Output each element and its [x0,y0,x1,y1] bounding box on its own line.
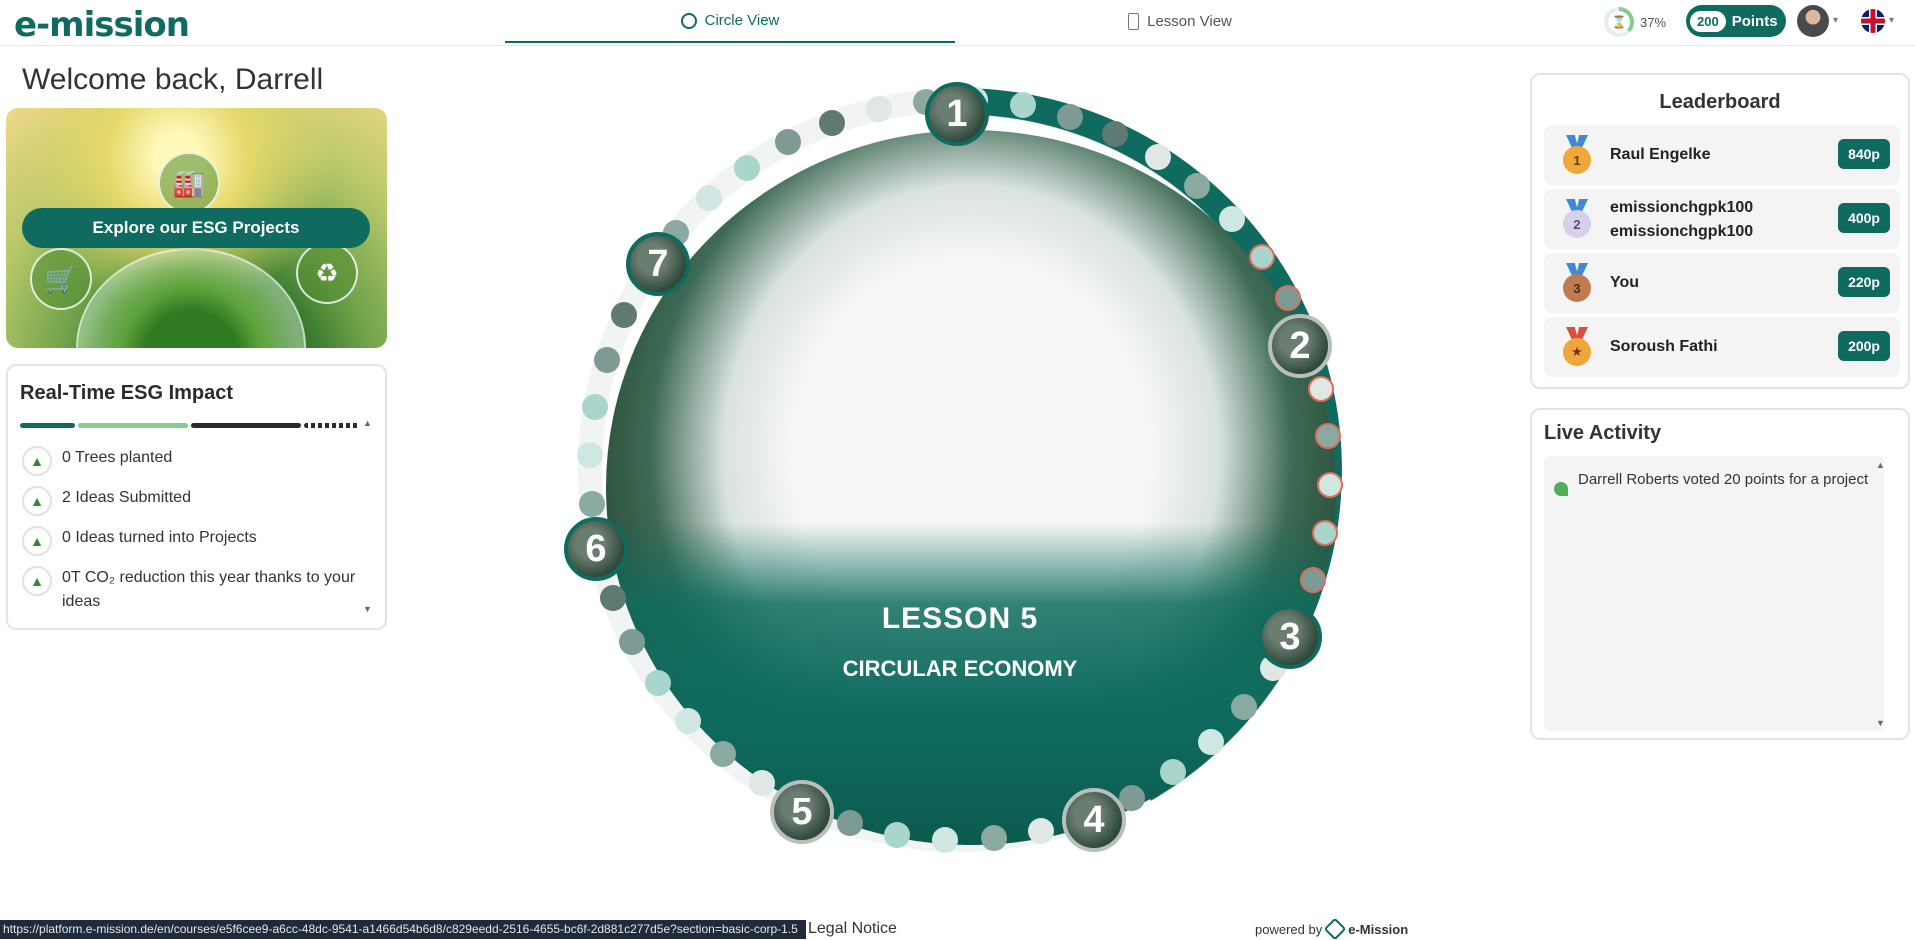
lesson-number-label: LESSON 5 [881,602,1039,635]
top-bar: e-mission Circle View Lesson View ⌛ 37% … [0,0,1915,46]
scroll-down-icon[interactable]: ▼ [363,604,372,614]
step-dot[interactable] [1249,243,1276,270]
points-badge[interactable]: 200 Points [1686,5,1786,37]
scroll-up-icon[interactable]: ▲ [1876,460,1885,470]
leaderboard-panel: Leaderboard 1 Raul Engelke 840p 2 emissi… [1530,73,1910,389]
status-bar-url: https://platform.e-mission.de/en/courses… [0,920,806,939]
leaderboard-row[interactable]: 1 Raul Engelke 840p [1544,125,1900,185]
scroll-down-icon[interactable]: ▼ [1876,718,1885,728]
list-item: ▲ 2 Ideas Submitted [22,486,362,516]
step-dot[interactable] [884,821,911,848]
step-dot[interactable] [1231,693,1258,720]
scroll-up-icon[interactable]: ▲ [363,418,372,428]
bronze-medal-icon: 3 [1560,263,1594,303]
tab-circle-view[interactable]: Circle View [505,0,955,43]
welcome-heading: Welcome back, Darrell [22,63,324,96]
step-dot[interactable] [1056,103,1083,130]
lesson-node-5[interactable]: 5 [770,780,834,844]
lesson-title: CIRCULAR ECONOMY [842,656,1078,681]
tab-label: Circle View [704,12,780,29]
step-dot[interactable] [1316,471,1343,498]
step-dot[interactable] [865,96,892,123]
panel-title: Real-Time ESG Impact [20,382,234,404]
globe-tree-image [76,248,306,348]
step-dot[interactable] [1311,519,1338,546]
impact-list: ▲ 0 Trees planted ▲ 2 Ideas Submitted ▲ … [22,446,362,624]
step-dot[interactable] [1144,144,1171,171]
step-dot[interactable] [599,584,626,611]
avatar[interactable] [1797,5,1829,37]
activity-feed[interactable]: Darrell Roberts voted 20 points for a pr… [1544,456,1885,731]
course-progress[interactable]: ⌛ 37% [1604,7,1666,37]
step-dot[interactable] [675,707,702,734]
list-item: ▲ 0T CO₂ reduction this year thanks to y… [22,566,362,614]
step-dot[interactable] [749,769,776,796]
tree-icon: ▲ [22,486,52,516]
step-dot[interactable] [644,670,671,697]
chevron-down-icon[interactable]: ▾ [1889,15,1894,26]
tree-icon: ▲ [22,446,52,476]
sprout-icon [1554,482,1568,496]
tree-icon: ▲ [22,526,52,556]
lesson-node-7[interactable]: 7 [626,232,690,296]
legal-notice-link[interactable]: Legal Notice [808,920,897,938]
esg-banner[interactable]: 🏭 🛒 ♻ Explore our ESG Projects [6,108,387,348]
emission-logo-icon [1323,917,1347,940]
phone-icon [1128,13,1140,30]
recycle-icon: ♻ [296,242,358,304]
lesson-circle: LESSON 5 CIRCULAR ECONOMY 1 2 3 4 5 6 7 [560,70,1360,870]
gold-medal-icon: 1 [1560,135,1594,175]
step-dot[interactable] [819,109,846,136]
list-item: Darrell Roberts voted 20 points for a pr… [1554,468,1874,496]
cart-icon: 🛒 [30,248,92,310]
impact-progress-bar [20,423,365,428]
lesson-node-4[interactable]: 4 [1062,788,1126,852]
points-value: 200 [1690,10,1726,32]
logo[interactable]: e-mission [14,5,190,45]
lesson-node-1[interactable]: 1 [925,82,989,146]
explore-esg-button[interactable]: Explore our ESG Projects [22,208,370,248]
panel-title: Leaderboard [1659,91,1781,113]
tab-lesson-view[interactable]: Lesson View [955,0,1405,43]
step-dot[interactable] [593,347,620,374]
step-dot[interactable] [696,185,723,212]
esg-impact-panel: Real-Time ESG Impact ▲ ▲ 0 Trees planted… [6,364,387,630]
live-activity-panel: Live Activity Darrell Roberts voted 20 p… [1530,408,1910,740]
lesson-node-3[interactable]: 3 [1258,605,1322,669]
step-dot[interactable] [1274,284,1301,311]
step-dot[interactable] [980,825,1007,852]
step-dot[interactable] [1183,172,1210,199]
progress-value: 37% [1640,14,1667,30]
leaderboard-row[interactable]: ★ Soroush Fathi 200p [1544,317,1900,377]
step-dot[interactable] [1218,206,1245,233]
lesson-node-6[interactable]: 6 [564,517,628,581]
silver-medal-icon: 2 [1560,199,1594,239]
points-label: Points [1731,12,1778,30]
forest-image [606,130,1336,845]
factory-icon: 🏭 [158,152,220,214]
list-item: ▲ 0 Ideas turned into Projects [22,526,362,556]
panel-title: Live Activity [1544,422,1662,444]
step-dot[interactable] [578,490,605,517]
tab-label: Lesson View [1147,13,1232,30]
step-dot[interactable] [1197,728,1224,755]
powered-by[interactable]: powered by e-Mission [1255,917,1408,940]
chevron-down-icon[interactable]: ▾ [1833,15,1838,26]
leaderboard-row[interactable]: 2 emissionchgpk100 emissionchgpk100 400p [1544,189,1900,249]
step-dot[interactable] [1307,375,1334,402]
view-tabs: Circle View Lesson View [505,0,1415,46]
step-dot[interactable] [611,301,638,328]
list-item: ▲ 0 Trees planted [22,446,362,476]
tree-icon: ▲ [22,566,52,596]
lesson-node-2[interactable]: 2 [1268,314,1332,378]
leaderboard-row[interactable]: 3 You 220p [1544,253,1900,313]
circle-icon [680,12,697,29]
uk-flag-icon[interactable] [1861,9,1885,33]
step-dot[interactable] [733,154,760,181]
step-dot[interactable] [932,826,959,853]
hourglass-progress-icon: ⌛ [1604,7,1634,37]
star-medal-icon: ★ [1560,327,1594,367]
